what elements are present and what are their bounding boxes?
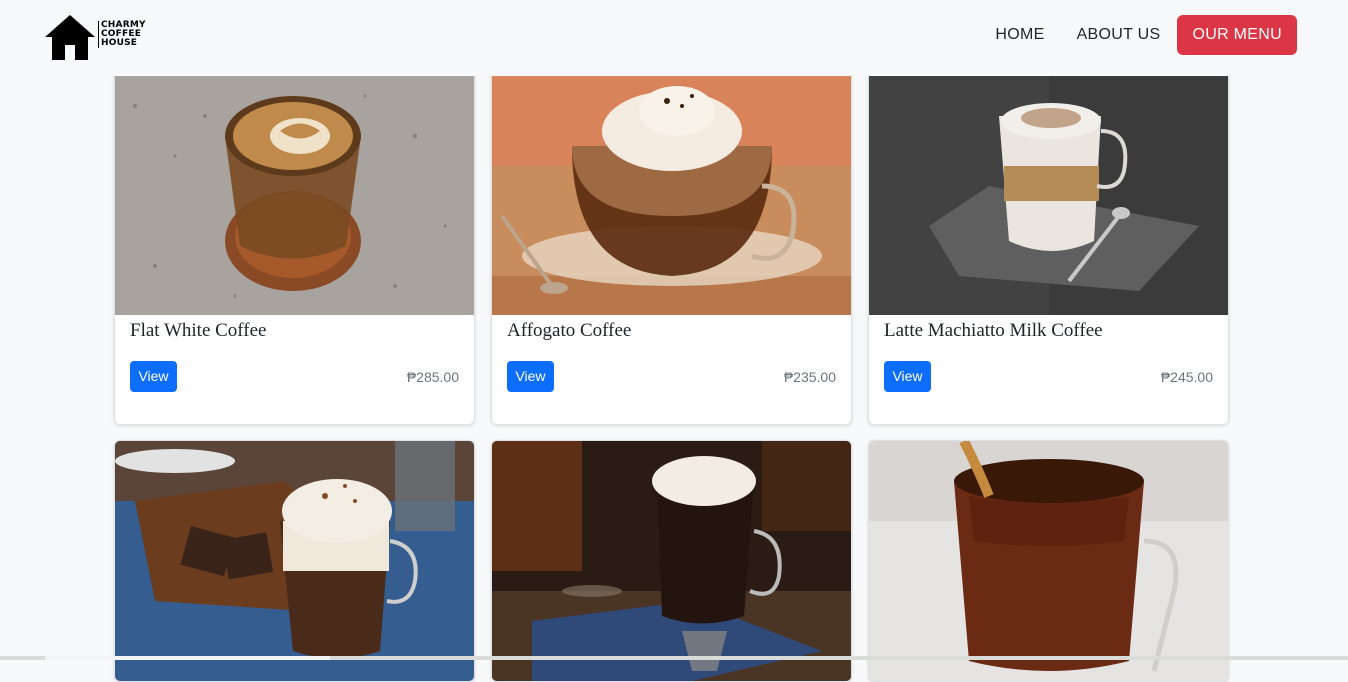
product-image[interactable] (492, 76, 851, 315)
product-price: ₱285.00 (406, 369, 459, 385)
nav-our-menu-button[interactable]: OUR MENU (1177, 15, 1297, 55)
product-card: Affogato Coffee View ₱235.00 (491, 59, 852, 425)
view-button[interactable]: View (130, 361, 177, 392)
product-image[interactable] (115, 76, 474, 315)
view-button[interactable]: View (884, 361, 931, 392)
product-card (114, 440, 475, 682)
navbar: CHARMY COFFEE HOUSE HOME ABOUT US OUR ME… (0, 0, 1348, 75)
nav-about-link[interactable]: ABOUT US (1077, 26, 1161, 44)
nav-home-link[interactable]: HOME (995, 26, 1044, 44)
product-card: Flat White Coffee View ₱285.00 (114, 59, 475, 425)
product-name: Flat White Coffee (130, 320, 267, 341)
product-image[interactable] (115, 441, 474, 681)
scrollbar-thumb[interactable] (45, 656, 330, 660)
product-image[interactable] (869, 76, 1228, 315)
product-price: ₱235.00 (783, 369, 836, 385)
product-card (491, 440, 852, 682)
product-name: Latte Machiatto Milk Coffee (884, 320, 1103, 341)
product-price: ₱245.00 (1160, 369, 1213, 385)
product-card: Latte Machiatto Milk Coffee View ₱245.00 (868, 59, 1229, 425)
product-image[interactable] (492, 441, 851, 681)
product-image[interactable] (869, 441, 1228, 681)
nav-links: HOME ABOUT US OUR MENU (963, 15, 1297, 55)
brand-logo[interactable]: CHARMY COFFEE HOUSE (45, 15, 146, 60)
product-name: Affogato Coffee (507, 320, 632, 341)
scrollbar-track[interactable] (0, 656, 1348, 660)
product-card (868, 440, 1229, 682)
house-icon (45, 15, 95, 60)
view-button[interactable]: View (507, 361, 554, 392)
brand-name: CHARMY COFFEE HOUSE (98, 21, 146, 48)
